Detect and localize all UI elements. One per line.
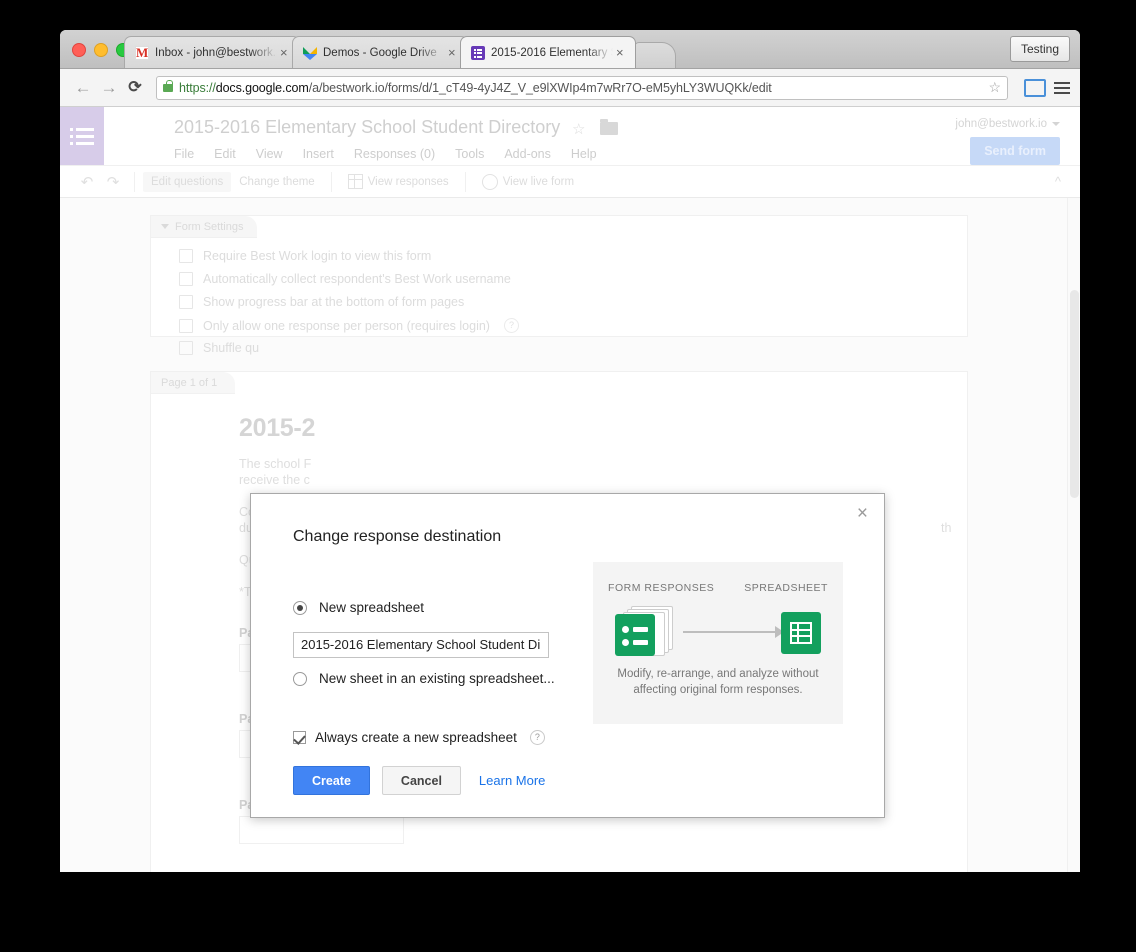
grid-icon (347, 174, 363, 189)
menu-item-insert[interactable]: Insert (303, 147, 334, 161)
menu-item-view[interactable]: View (256, 147, 283, 161)
minimize-window-button[interactable] (94, 43, 108, 57)
tab-view-responses[interactable]: View responses (340, 170, 457, 193)
help-icon[interactable]: ? (529, 730, 545, 745)
checkbox[interactable] (293, 731, 306, 744)
undo-icon[interactable]: ↶ (74, 173, 100, 191)
learn-more-link[interactable]: Learn More (479, 773, 545, 788)
globe-link-icon (481, 173, 498, 190)
modal-overlay: × Change response destination New spread… (60, 198, 1080, 872)
tab-gmail[interactable]: Inbox - john@bestwork.io × (124, 36, 300, 68)
toolbar-divider (330, 171, 332, 192)
tab-label: Demos - Google Drive (323, 46, 437, 59)
page-title[interactable]: 2015-2016 Elementary School Student Dire… (174, 117, 560, 138)
url-input[interactable]: https://docs.google.com/a/bestwork.io/fo… (156, 75, 1008, 100)
omnibox-bar: ← → ⟳ https://docs.google.com/a/bestwork… (60, 69, 1080, 107)
tab-edit-questions[interactable]: Edit questions (143, 171, 232, 192)
collapse-toolbar-icon[interactable]: ^ (1055, 174, 1061, 189)
illustration-labels: FORM RESPONSES SPREADSHEET (593, 582, 843, 594)
change-response-destination-dialog: × Change response destination New spread… (250, 493, 885, 818)
account-email: john@bestwork.io (955, 118, 1047, 130)
forms-home-icon[interactable] (60, 107, 104, 165)
radio-existing-spreadsheet[interactable]: New sheet in an existing spreadsheet... (293, 671, 555, 686)
url-path: /a/bestwork.io/forms/d/1_cT49-4yJ4Z_V_e9… (308, 80, 772, 95)
menu-bar: File Edit View Insert Responses (0) Tool… (174, 147, 597, 161)
arrow-right-icon (683, 626, 784, 638)
tab-label: View live form (502, 175, 575, 188)
google-sheets-icon (781, 612, 821, 654)
radio-new-spreadsheet[interactable]: New spreadsheet (293, 600, 424, 615)
tab-label: View responses (367, 175, 449, 188)
browser-menu-icon[interactable] (1054, 81, 1070, 94)
bookmark-star-icon[interactable]: ☆ (982, 79, 1001, 96)
gmail-icon (135, 45, 149, 61)
chevron-down-icon (1052, 121, 1060, 126)
send-form-button[interactable]: Send form (970, 137, 1060, 165)
close-icon[interactable]: × (857, 504, 868, 523)
profile-button[interactable]: Testing (1009, 36, 1070, 62)
tab-label: 2015-2016 Elementary Sc (491, 46, 613, 59)
cast-icon[interactable] (1024, 78, 1046, 97)
star-icon[interactable]: ☆ (572, 120, 585, 138)
radio-label: New spreadsheet (319, 600, 425, 615)
forms-icon (471, 45, 485, 60)
tab-forms[interactable]: 2015-2016 Elementary Sc × (460, 36, 636, 68)
menu-item-responses[interactable]: Responses (0) (354, 147, 435, 161)
menu-item-help[interactable]: Help (571, 147, 597, 161)
google-forms-app: 2015-2016 Elementary School Student Dire… (60, 107, 1080, 872)
new-tab-button[interactable] (634, 42, 676, 68)
url-text: https://docs.google.com/a/bestwork.io/fo… (179, 81, 772, 95)
window-controls (72, 43, 130, 57)
illustration-graphic (611, 606, 825, 658)
menu-item-tools[interactable]: Tools (455, 147, 484, 161)
browser-window: Inbox - john@bestwork.io × Demos - Googl… (60, 30, 1080, 872)
destination-illustration: FORM RESPONSES SPREADSHEET Modify, re-ar… (593, 562, 843, 724)
google-forms-icon (615, 614, 655, 656)
reload-icon[interactable]: ⟳ (122, 79, 148, 96)
drive-icon (303, 46, 317, 60)
tab-strip: Inbox - john@bestwork.io × Demos - Googl… (60, 30, 1080, 69)
forms-toolbar: ↶ ↷ Edit questions Change theme View res… (60, 165, 1080, 198)
url-host: docs.google.com (215, 80, 309, 95)
tab-change-theme[interactable]: Change theme (231, 172, 322, 192)
dialog-title: Change response destination (293, 528, 502, 545)
spreadsheet-name-input[interactable]: 2015-2016 Elementary School Student Di (293, 632, 549, 658)
create-button[interactable]: Create (293, 766, 370, 795)
cancel-button[interactable]: Cancel (381, 766, 461, 795)
form-responses-label: FORM RESPONSES (608, 582, 715, 594)
account-menu[interactable]: john@bestwork.io (955, 118, 1060, 130)
spreadsheet-label: SPREADSHEET (744, 582, 828, 594)
form-responses-stack-icon (615, 606, 673, 656)
toolbar-divider (134, 171, 135, 192)
lock-icon (163, 79, 173, 92)
dialog-buttons: Create Cancel Learn More (293, 766, 545, 795)
toolbar-divider (464, 171, 466, 192)
menu-item-file[interactable]: File (174, 147, 194, 161)
screen: Inbox - john@bestwork.io × Demos - Googl… (0, 0, 1136, 952)
back-icon[interactable]: ← (70, 79, 96, 96)
radio-label: New sheet in an existing spreadsheet... (319, 671, 555, 686)
tab-view-live-form[interactable]: View live form (474, 170, 582, 194)
menu-item-addons[interactable]: Add-ons (504, 147, 551, 161)
checkbox-label: Always create a new spreadsheet (315, 730, 517, 745)
tab-close-icon[interactable]: × (616, 46, 629, 59)
always-create-checkbox-row[interactable]: Always create a new spreadsheet ? (293, 730, 545, 745)
redo-icon[interactable]: ↷ (100, 173, 126, 191)
tab-list: Inbox - john@bestwork.io × Demos - Googl… (124, 36, 676, 68)
url-scheme: https:// (179, 80, 216, 95)
radio-button[interactable] (293, 600, 307, 615)
illustration-caption: Modify, re-arrange, and analyze without … (617, 668, 819, 696)
forward-icon[interactable]: → (96, 79, 122, 96)
radio-button[interactable] (293, 671, 307, 686)
close-window-button[interactable] (72, 43, 86, 57)
forms-body: Form Settings Require Best Work login to… (60, 198, 1080, 872)
tab-label: Inbox - john@bestwork.io (155, 46, 277, 59)
folder-icon[interactable] (600, 119, 618, 135)
tab-drive[interactable]: Demos - Google Drive × (292, 36, 468, 68)
forms-header: 2015-2016 Elementary School Student Dire… (60, 107, 1080, 165)
menu-item-edit[interactable]: Edit (214, 147, 236, 161)
